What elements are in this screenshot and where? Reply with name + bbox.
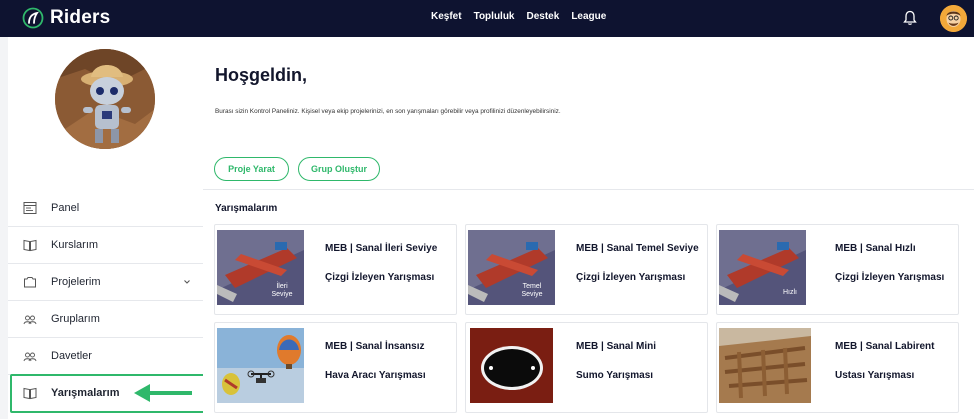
card-thumbnail xyxy=(470,328,553,403)
sidebar-item-projelerim[interactable]: Projelerim xyxy=(8,263,203,300)
card-thumbnail xyxy=(719,328,811,403)
competition-card-hizli[interactable]: Hızlı MEB | Sanal Hızlı Çizgi İzleyen Ya… xyxy=(716,224,959,315)
sidebar-menu: Panel Kurslarım Projelerim Gruplarım Dav… xyxy=(8,189,203,411)
card-thumbnail xyxy=(217,328,304,403)
card-thumbnail-caption: İleri Seviye xyxy=(271,283,293,298)
card-subtitle: Çizgi İzleyen Yarışması xyxy=(835,272,945,283)
card-title: MEB | Sanal İleri Seviye xyxy=(325,243,438,254)
main-content: Hoşgeldin, Burası sizin Kontrol Panelini… xyxy=(203,37,974,419)
section-title: Yarışmalarım xyxy=(215,203,278,214)
book-icon xyxy=(23,239,37,252)
competition-card-temel-seviye[interactable]: Temel Seviye MEB | Sanal Temel Seviye Çi… xyxy=(465,224,708,315)
nav-item-destek[interactable]: Destek xyxy=(527,11,560,22)
top-navbar: Riders Keşfet Topluluk Destek League xyxy=(0,0,974,37)
card-title: MEB | Sanal Mini xyxy=(576,341,657,352)
competition-card-labirent[interactable]: MEB | Sanal Labirent Ustası Yarışması xyxy=(716,322,959,413)
sidebar-item-gruplarim[interactable]: Gruplarım xyxy=(8,300,203,337)
maze-image xyxy=(719,328,811,403)
sidebar-item-label: Projelerim xyxy=(51,276,101,288)
competition-card-ileri-seviye[interactable]: İleri Seviye MEB | Sanal İleri Seviye Çi… xyxy=(214,224,457,315)
competition-card-insansiz-hava-araci[interactable]: MEB | Sanal İnsansız Hava Aracı Yarışmas… xyxy=(214,322,457,413)
sidebar-item-davetler[interactable]: Davetler xyxy=(8,337,203,374)
card-title: MEB | Sanal Hızlı xyxy=(835,243,916,254)
profile-picture[interactable] xyxy=(55,49,155,149)
sidebar-item-label: Davetler xyxy=(51,350,92,362)
card-subtitle: Çizgi İzleyen Yarışması xyxy=(576,272,686,283)
riders-logo-icon xyxy=(22,7,44,29)
sidebar-item-label: Panel xyxy=(51,201,80,214)
card-thumbnail: İleri Seviye xyxy=(217,230,304,305)
project-icon xyxy=(24,277,36,288)
card-subtitle: Hava Aracı Yarışması xyxy=(325,370,426,381)
card-thumbnail: Hızlı xyxy=(719,230,806,305)
user-avatar[interactable] xyxy=(940,5,967,32)
competition-icon xyxy=(23,387,37,400)
chevron-down-icon[interactable] xyxy=(183,278,191,286)
arrow-left-icon xyxy=(134,384,192,402)
sumo-ring-image xyxy=(470,328,553,403)
main-nav: Keşfet Topluluk Destek League xyxy=(431,11,618,22)
section-divider xyxy=(203,189,974,190)
competition-card-mini-sumo[interactable]: MEB | Sanal Mini Sumo Yarışması xyxy=(465,322,708,413)
card-subtitle: Çizgi İzleyen Yarışması xyxy=(325,272,435,283)
card-title: MEB | Sanal İnsansız xyxy=(325,341,425,352)
create-group-button[interactable]: Grup Oluştur xyxy=(298,157,380,181)
group-icon xyxy=(23,315,37,325)
bell-icon[interactable] xyxy=(903,10,917,26)
create-project-button[interactable]: Proje Yarat xyxy=(214,157,289,181)
panel-icon xyxy=(23,201,37,214)
card-title: MEB | Sanal Temel Seviye xyxy=(576,243,699,254)
card-title: MEB | Sanal Labirent xyxy=(835,341,935,352)
sidebar-item-label: Gruplarım xyxy=(51,313,100,325)
nav-item-kesfet[interactable]: Keşfet xyxy=(431,11,462,22)
avatar-face-icon xyxy=(940,5,967,32)
nav-item-league[interactable]: League xyxy=(571,11,606,22)
card-subtitle: Sumo Yarışması xyxy=(576,370,654,381)
page-title: Hoşgeldin, xyxy=(215,65,308,85)
drone-balloon-image xyxy=(217,328,304,403)
invite-icon xyxy=(23,352,37,362)
sidebar-item-panel[interactable]: Panel xyxy=(8,189,203,226)
sidebar-item-label: Kurslarım xyxy=(51,239,99,251)
card-subtitle: Ustası Yarışması xyxy=(835,370,915,381)
sidebar: Panel Kurslarım Projelerim Gruplarım Dav… xyxy=(8,37,203,419)
robot-avatar-image xyxy=(55,49,155,149)
sidebar-item-kurslarim[interactable]: Kurslarım xyxy=(8,226,203,263)
page-subtitle: Burası sizin Kontrol Paneliniz. Kişisel … xyxy=(215,108,561,115)
card-thumbnail-caption: Hızlı xyxy=(783,289,797,296)
card-thumbnail-caption: Temel Seviye xyxy=(521,283,543,298)
nav-item-topluluk[interactable]: Topluluk xyxy=(474,11,515,22)
card-thumbnail: Temel Seviye xyxy=(468,230,555,305)
app-name: Riders xyxy=(50,7,111,28)
sidebar-item-label: Yarışmalarım xyxy=(51,387,120,399)
riders-logo[interactable]: Riders xyxy=(22,6,110,30)
